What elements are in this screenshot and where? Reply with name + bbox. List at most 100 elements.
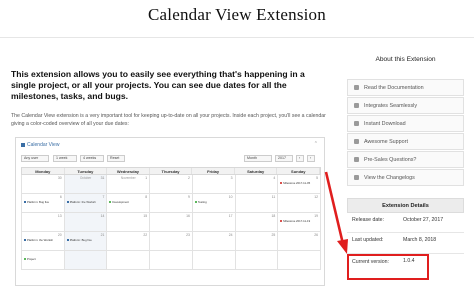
day-cell: 11: [235, 194, 279, 213]
question-icon: [354, 157, 359, 162]
period-select: 1 week: [53, 155, 77, 162]
sidebar-item-label: View the Changelogs: [364, 174, 415, 181]
day-cell: [192, 251, 236, 270]
calendar-event: Milestone 2017-11-19: [280, 220, 318, 223]
day-cell: 10 Testing: [192, 194, 236, 213]
day-cell: November 1: [107, 175, 151, 194]
day-number: 24: [228, 233, 233, 237]
day-number: 8: [145, 195, 148, 199]
sidebar-item-label: Integrates Seamlessly: [364, 102, 418, 109]
sidebar-item-documentation[interactable]: Read the Documentation: [347, 79, 464, 96]
release-value: October 27, 2017: [403, 217, 444, 223]
month-label: November: [120, 176, 136, 180]
day-number: 9: [187, 195, 190, 199]
download-icon: [354, 121, 359, 126]
weekday-label: Tuesday: [65, 168, 108, 174]
day-cell: [150, 251, 193, 270]
calendar-icon: [21, 142, 25, 147]
weekday-label: Thursday: [150, 168, 193, 174]
intro-description: The Calendar View extension is a very im…: [11, 113, 326, 127]
details-title: Extension Details: [347, 198, 464, 213]
day-number: 23: [186, 233, 190, 237]
release-label: Release date:: [352, 217, 385, 223]
day-cell: 7 Platform: the Worksh: [64, 194, 108, 213]
day-cell: 17: [192, 213, 236, 232]
day-number: 25: [271, 233, 276, 237]
day-cell: [107, 251, 151, 270]
day-cell: 6 Platform: Bug fixe: [22, 194, 65, 213]
month-select: Month: [244, 155, 272, 162]
day-number: 12: [314, 195, 318, 199]
day-number: 21: [100, 233, 105, 237]
day-cell: 2: [150, 175, 193, 194]
calendar-event: Platform: the Worksh: [67, 201, 105, 204]
day-number: 7: [102, 195, 105, 199]
book-icon: [354, 85, 359, 90]
day-cell: 26: [278, 232, 321, 251]
day-number: 31: [100, 176, 105, 180]
details-row-release: Release date: October 27, 2017: [347, 213, 464, 233]
sidebar-item-label: Awesome Support: [364, 138, 408, 145]
day-cell: 18: [235, 213, 279, 232]
collapse-icon: ⌃: [313, 141, 318, 147]
reset-button: Reset: [107, 155, 125, 162]
day-number: 16: [186, 214, 190, 218]
day-cell: 14: [64, 213, 108, 232]
day-cell: 24: [192, 232, 236, 251]
day-number: 22: [143, 233, 148, 237]
day-cell: October 31: [64, 175, 108, 194]
sidebar-item-support[interactable]: Awesome Support: [347, 133, 464, 150]
day-cell: 9: [150, 194, 193, 213]
day-cell: 13: [22, 213, 65, 232]
day-number: 19: [314, 214, 318, 218]
day-cell: 12: [278, 194, 321, 213]
day-number: 13: [57, 214, 62, 218]
weekday-label: Saturday: [235, 168, 278, 174]
day-number: 11: [271, 195, 276, 199]
day-cell: 30: [22, 175, 65, 194]
puzzle-icon: [354, 103, 359, 108]
sidebar-item-label: Pre-Sales Questions?: [364, 156, 417, 163]
day-cell: Project: [22, 251, 65, 270]
sidebar-title: About this Extension: [375, 56, 436, 63]
weekday-label: Sunday: [277, 168, 321, 174]
weekday-label: Wednesday: [107, 168, 150, 174]
weekday-label: Friday: [192, 168, 235, 174]
calendar-event: Platform: Bug fixe: [67, 239, 105, 242]
user-filter-select: Any user: [21, 155, 49, 162]
arrow-shaft: [324, 171, 345, 245]
day-number: 26: [314, 233, 318, 237]
day-cell: 16: [150, 213, 193, 232]
day-number: 1: [145, 176, 148, 180]
sidebar-item-changelogs[interactable]: View the Changelogs: [347, 169, 464, 186]
day-cell: [64, 251, 108, 270]
day-number: 30: [57, 176, 62, 180]
day-cell: 20 Platform: the Worksh: [22, 232, 65, 251]
calendar-event: Platform: Bug fixe: [24, 201, 62, 204]
day-number: 17: [228, 214, 233, 218]
page-title: Calendar View Extension: [148, 5, 326, 24]
calendar-event: Testing: [195, 201, 233, 204]
calendar-event: Milestone 2017-11-05: [280, 182, 318, 185]
day-cell: 25: [235, 232, 279, 251]
page-header: Calendar View Extension: [0, 0, 474, 38]
day-number: 20: [57, 233, 62, 237]
day-cell: 3: [192, 175, 236, 194]
sidebar-item-integrates[interactable]: Integrates Seamlessly: [347, 97, 464, 114]
day-number: 5: [316, 176, 318, 180]
calendar-title: Calendar View: [21, 142, 59, 148]
life-ring-icon: [354, 139, 359, 144]
day-number: 2: [187, 176, 190, 180]
next-icon: ›: [307, 155, 315, 162]
sidebar-menu: Read the Documentation Integrates Seamle…: [347, 79, 464, 187]
day-cell: 8 Development: [107, 194, 151, 213]
sidebar-item-presales[interactable]: Pre-Sales Questions?: [347, 151, 464, 168]
day-cell: 19 Milestone 2017-11-19: [278, 213, 321, 232]
length-select: 4 weeks: [80, 155, 104, 162]
day-cell: 15: [107, 213, 151, 232]
day-cell: 22: [107, 232, 151, 251]
sidebar-item-download[interactable]: Instant Download: [347, 115, 464, 132]
calendar-event: Development: [109, 201, 147, 204]
weekday-label: Monday: [22, 168, 65, 174]
sidebar-item-label: Instant Download: [364, 120, 406, 127]
